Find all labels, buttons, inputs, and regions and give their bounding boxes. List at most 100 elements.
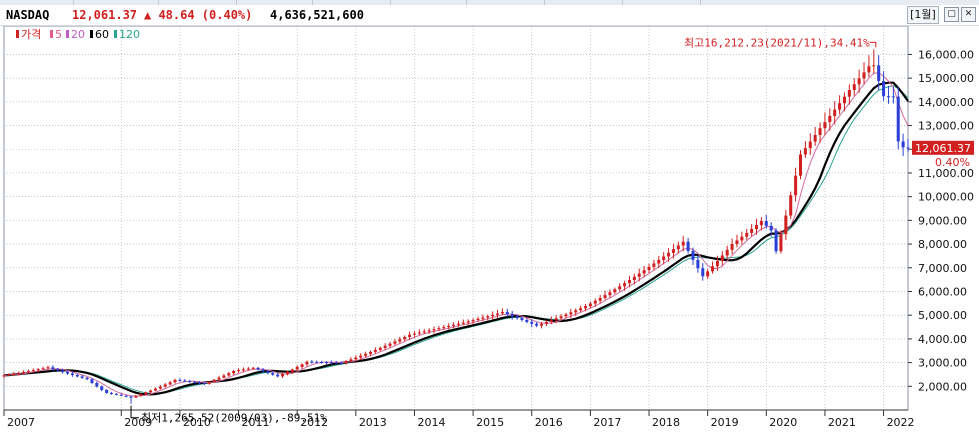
candle-body bbox=[85, 377, 89, 380]
candle-body bbox=[613, 289, 617, 293]
candle-body bbox=[755, 225, 759, 230]
candle-body bbox=[129, 396, 133, 398]
candle-body bbox=[632, 276, 636, 281]
legend-swatch bbox=[50, 30, 53, 38]
candle-body bbox=[222, 375, 226, 378]
candle-body bbox=[368, 351, 373, 354]
candle-body bbox=[735, 240, 739, 245]
candle-body bbox=[779, 234, 783, 252]
candle-body bbox=[427, 330, 431, 332]
candle-body bbox=[525, 320, 529, 322]
candle-body bbox=[505, 312, 509, 315]
candle-body bbox=[119, 394, 123, 396]
candle-body bbox=[593, 300, 597, 304]
candle-body bbox=[290, 369, 294, 372]
candle-body bbox=[339, 362, 343, 364]
candle-body bbox=[774, 230, 778, 252]
legend-label: 가격 bbox=[21, 28, 41, 41]
y-tick-label: 7,000.00 bbox=[918, 262, 967, 275]
candle-body bbox=[217, 377, 221, 380]
x-tick-label: 2014 bbox=[417, 416, 445, 429]
candle-body bbox=[701, 268, 705, 277]
candle-body bbox=[539, 323, 544, 326]
y-tick-label: 2,000.00 bbox=[918, 380, 967, 393]
candle-body bbox=[349, 359, 353, 362]
last-price: 12,061.37 bbox=[72, 8, 138, 22]
candle-body bbox=[241, 369, 245, 371]
candle-body bbox=[31, 370, 35, 372]
candle-body bbox=[803, 148, 807, 155]
x-tick-label: 2016 bbox=[535, 416, 563, 429]
candle-body bbox=[486, 316, 490, 318]
candle-body bbox=[872, 65, 876, 67]
candle-body bbox=[17, 372, 21, 374]
candle-body bbox=[784, 215, 788, 235]
candle-body bbox=[153, 388, 157, 391]
candle-body bbox=[359, 355, 363, 358]
candle-body bbox=[66, 372, 70, 374]
candle-body bbox=[417, 332, 421, 334]
legend-swatch bbox=[16, 30, 19, 38]
candle-body bbox=[618, 286, 622, 290]
candle-body bbox=[691, 251, 695, 260]
legend-label: 60 bbox=[95, 28, 109, 41]
period-selector[interactable]: [1월] bbox=[907, 6, 939, 24]
candle-body bbox=[549, 320, 553, 322]
y-tick-label: 13,000.00 bbox=[918, 120, 974, 133]
candle-body bbox=[896, 96, 900, 142]
last-change-label: 0.40% bbox=[935, 156, 970, 169]
candle-body bbox=[344, 361, 348, 363]
candle-body bbox=[388, 343, 392, 346]
candle-body bbox=[569, 312, 573, 315]
volume: 4,636,521,600 bbox=[270, 8, 364, 22]
candle-body bbox=[315, 361, 319, 363]
candle-body bbox=[12, 373, 16, 375]
restore-icon[interactable]: ▢ bbox=[944, 7, 959, 22]
high-annotation: 최고16,212.23(2021/11),34.41% bbox=[684, 36, 870, 49]
candle-body bbox=[535, 323, 539, 326]
candle-body bbox=[261, 369, 265, 372]
candle-body bbox=[877, 65, 881, 82]
chart-window: NASDAQ 12,061.37 ▲ 48.64 (0.40%) 4,636,5… bbox=[0, 0, 979, 433]
candle-body bbox=[7, 374, 11, 376]
candle-body bbox=[305, 361, 309, 365]
y-tick-label: 11,000.00 bbox=[918, 167, 974, 180]
y-tick-label: 15,000.00 bbox=[918, 72, 974, 85]
candle-body bbox=[759, 221, 763, 226]
candle-body bbox=[627, 280, 631, 284]
candle-body bbox=[598, 297, 602, 301]
candle-body bbox=[456, 323, 460, 325]
candle-body bbox=[554, 318, 558, 321]
candle-body bbox=[70, 373, 74, 376]
candle-body bbox=[867, 66, 871, 73]
quote-header: NASDAQ 12,061.37 ▲ 48.64 (0.40%) 4,636,5… bbox=[0, 5, 979, 26]
candle-body bbox=[642, 270, 646, 274]
candle-body bbox=[745, 232, 749, 237]
candle-body bbox=[750, 229, 754, 233]
legend-swatch bbox=[114, 30, 117, 38]
candle-body bbox=[725, 249, 729, 256]
candle-body bbox=[706, 271, 710, 277]
x-tick-label: 2007 bbox=[7, 416, 35, 429]
candle-body bbox=[2, 375, 6, 377]
candle-body bbox=[715, 260, 719, 267]
candle-body bbox=[667, 252, 671, 257]
candle-body bbox=[447, 325, 451, 328]
candle-body bbox=[329, 362, 333, 364]
x-tick-label: 2013 bbox=[359, 416, 387, 429]
candle-body bbox=[603, 295, 607, 298]
candle-body bbox=[105, 389, 109, 393]
y-tick-label: 3,000.00 bbox=[918, 357, 967, 370]
candle-body bbox=[481, 317, 485, 319]
symbol-label: NASDAQ bbox=[6, 8, 50, 22]
candle-body bbox=[178, 379, 182, 381]
price-chart[interactable]: 2,000.00 3,000.00 4,000.00 5,000.00 6,000.00… bbox=[0, 26, 979, 433]
candle-body bbox=[652, 263, 656, 267]
candle-body bbox=[623, 283, 627, 287]
candle-body bbox=[833, 109, 837, 116]
candle-body bbox=[720, 255, 724, 261]
candle-body bbox=[51, 367, 55, 369]
candle-body bbox=[271, 373, 275, 375]
close-icon[interactable]: ✕ bbox=[961, 7, 976, 22]
candle-body bbox=[188, 381, 192, 383]
